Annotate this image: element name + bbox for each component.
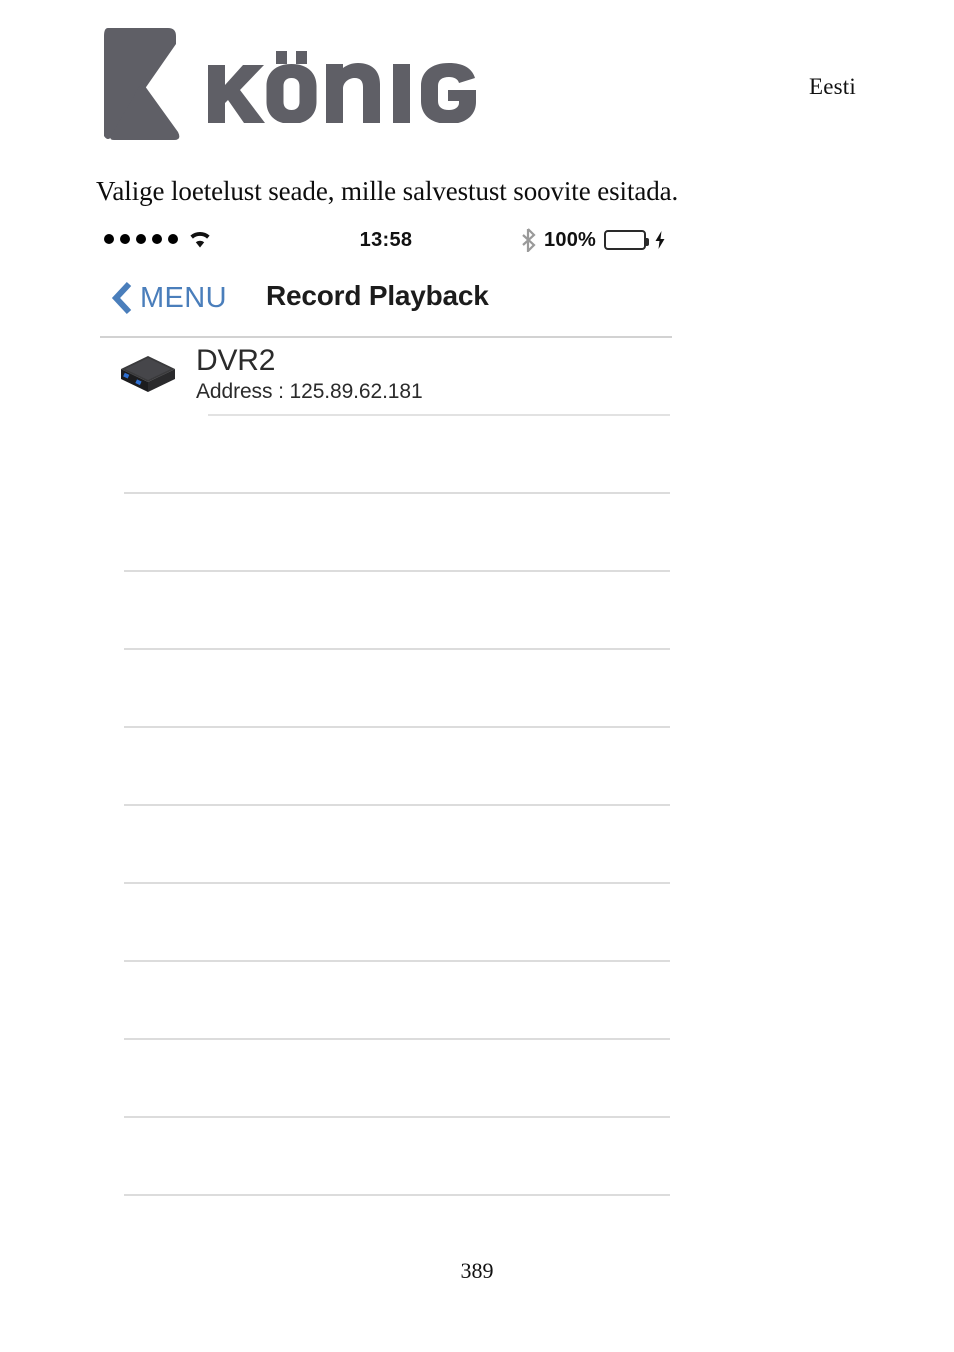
back-to-menu-button[interactable]: MENU <box>110 280 227 316</box>
empty-list-row <box>100 884 672 962</box>
empty-list-row <box>100 728 672 806</box>
konig-wordmark <box>208 51 476 123</box>
battery-percent-label: 100% <box>544 228 596 251</box>
status-bar: 13:58 100% <box>100 224 672 266</box>
page-title: Record Playback <box>266 280 489 311</box>
device-name: DVR2 <box>196 343 276 377</box>
empty-list-row <box>100 962 672 1040</box>
device-info: DVR2 Address : 125.89.62.181 <box>196 343 672 410</box>
empty-list-row <box>100 416 672 494</box>
phone-screenshot: 13:58 100% MENU Record Playback DVR2 Add… <box>100 224 672 1204</box>
row-separator <box>124 1194 670 1196</box>
konig-logo <box>98 24 518 144</box>
lightning-bolt-icon <box>655 231 665 249</box>
empty-list-row <box>100 572 672 650</box>
empty-list-row <box>100 1040 672 1118</box>
navigation-bar: MENU Record Playback <box>100 266 672 338</box>
empty-list-row <box>100 806 672 884</box>
konig-k-mark-icon <box>104 28 180 140</box>
device-list: DVR2 Address : 125.89.62.181 <box>100 338 672 1196</box>
device-list-item-dvr2[interactable]: DVR2 Address : 125.89.62.181 <box>100 338 672 416</box>
device-icon-wrapper <box>100 352 196 402</box>
back-button-label: MENU <box>140 281 227 314</box>
dvr-device-icon <box>121 356 175 392</box>
page-number: 389 <box>460 1258 494 1283</box>
status-bar-right: 100% <box>521 228 666 252</box>
empty-list-row <box>100 494 672 572</box>
language-label: Eesti <box>809 74 856 99</box>
battery-icon <box>604 230 649 250</box>
bluetooth-icon <box>522 228 536 252</box>
empty-list-row <box>100 1118 672 1196</box>
chevron-left-icon <box>111 281 132 315</box>
device-address: Address : 125.89.62.181 <box>196 380 423 404</box>
empty-list-row <box>100 650 672 728</box>
instruction-text: Valige loetelust seade, mille salvestust… <box>96 176 679 206</box>
